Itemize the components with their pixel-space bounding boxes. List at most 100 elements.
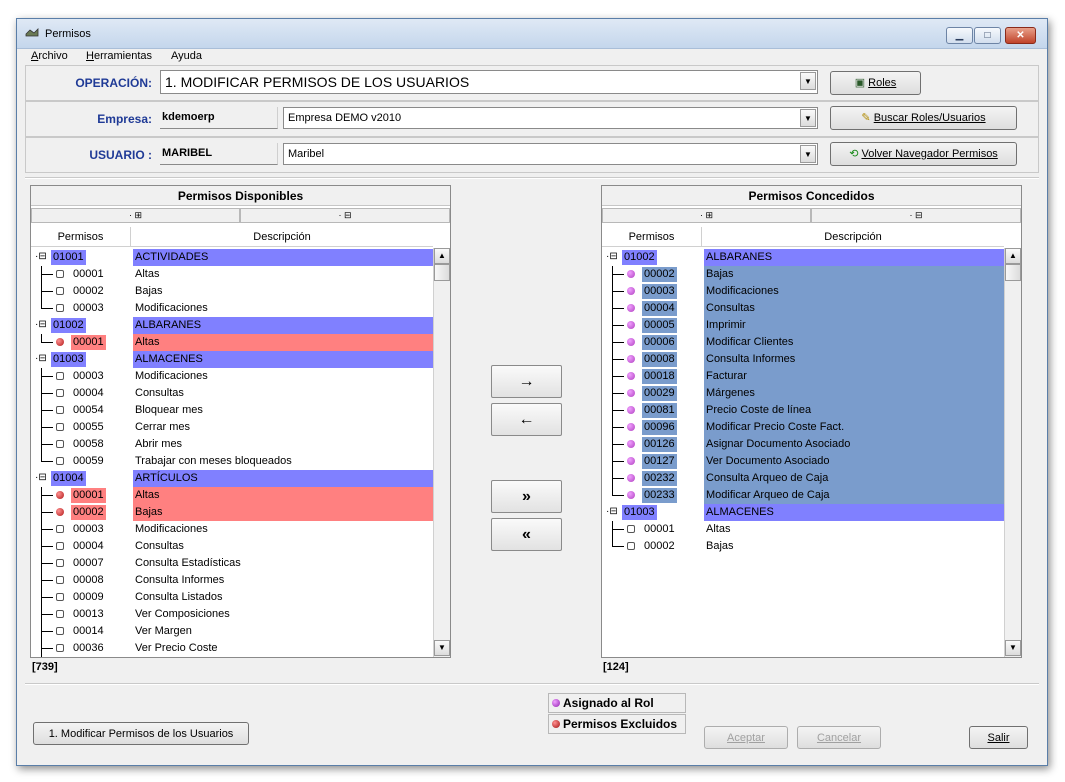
folder-icon[interactable]: ·⊟ bbox=[35, 472, 47, 483]
tree-item-row[interactable]: 00003 Modificaciones bbox=[602, 283, 1004, 300]
add-all-permissions-button[interactable]: » bbox=[491, 480, 562, 513]
scroll-thumb[interactable] bbox=[1005, 264, 1021, 281]
tree-item-row[interactable]: 00004 Consultas bbox=[31, 538, 433, 555]
expand-all-button[interactable]: · ⊞ bbox=[31, 208, 240, 223]
tree-item-row[interactable]: 00004 Consultas bbox=[602, 300, 1004, 317]
tree-item-row[interactable]: 00002 Bajas bbox=[602, 266, 1004, 283]
tree-item-row[interactable]: 00001 Altas bbox=[31, 266, 433, 283]
tree-item-row[interactable]: 00005 Imprimir bbox=[602, 317, 1004, 334]
column-header-descripcion[interactable]: Descripción bbox=[131, 227, 433, 247]
expand-all-button[interactable]: · ⊞ bbox=[602, 208, 811, 223]
add-permission-button[interactable]: → bbox=[491, 365, 562, 398]
menu-archivo[interactable]: Archivo bbox=[31, 50, 68, 62]
aceptar-button[interactable]: Aceptar bbox=[704, 726, 788, 749]
column-header-descripcion[interactable]: Descripción bbox=[702, 227, 1004, 247]
tree-group-row[interactable]: ·⊟ 01003 ALMACENES bbox=[31, 351, 433, 368]
tree-item-row[interactable]: 00058 Abrir mes bbox=[31, 436, 433, 453]
empresa-select[interactable]: Empresa DEMO v2010 ▼ bbox=[283, 107, 818, 129]
vertical-scrollbar[interactable]: ▲ ▼ bbox=[1004, 248, 1021, 657]
tree-item-row[interactable]: 00055 Cerrar mes bbox=[31, 419, 433, 436]
tree-item-row[interactable]: 00009 Consulta Listados bbox=[31, 589, 433, 606]
tree-group-row[interactable]: ·⊟ 01002 ALBARANES bbox=[31, 317, 433, 334]
tree-item-row[interactable]: 00008 Consulta Informes bbox=[602, 351, 1004, 368]
permission-code: 00001 bbox=[73, 268, 104, 280]
remove-all-permissions-button[interactable]: « bbox=[491, 518, 562, 551]
role-dot-icon bbox=[627, 423, 635, 431]
roles-icon: ▣ bbox=[854, 77, 866, 89]
volver-navegador-button[interactable]: ⟲ Volver Navegador Permisos bbox=[830, 142, 1017, 166]
tree-item-row[interactable]: 00029 Márgenes bbox=[602, 385, 1004, 402]
tree-item-row[interactable]: 00008 Consulta Informes bbox=[31, 572, 433, 589]
tree-item-row[interactable]: 00006 Modificar Clientes bbox=[602, 334, 1004, 351]
scroll-up-icon[interactable]: ▲ bbox=[1005, 248, 1021, 264]
chevron-down-icon[interactable]: ▼ bbox=[800, 145, 816, 163]
cancelar-button[interactable]: Cancelar bbox=[797, 726, 881, 749]
permission-icon bbox=[56, 423, 64, 431]
menu-ayuda[interactable]: Ayuda bbox=[171, 50, 202, 62]
remove-permission-button[interactable]: ← bbox=[491, 403, 562, 436]
folder-icon[interactable]: ·⊟ bbox=[35, 353, 47, 364]
tree-item-row[interactable]: 00003 Modificaciones bbox=[31, 521, 433, 538]
tree-item-row[interactable]: 00003 Modificaciones bbox=[31, 300, 433, 317]
tree-group-row[interactable]: ·⊟ 01003 ALMACENES bbox=[602, 504, 1004, 521]
chevron-down-icon[interactable]: ▼ bbox=[800, 72, 816, 90]
salir-label: Salir bbox=[987, 732, 1010, 744]
arrow-right-icon: → bbox=[518, 373, 535, 390]
folder-icon[interactable]: ·⊟ bbox=[606, 506, 618, 517]
tree-item-row[interactable]: 00002 Bajas bbox=[31, 283, 433, 300]
minimize-button[interactable]: ▁ bbox=[946, 27, 973, 44]
vertical-scrollbar[interactable]: ▲ ▼ bbox=[433, 248, 450, 657]
tree-item-row[interactable]: 00002 Bajas bbox=[602, 538, 1004, 555]
scroll-thumb[interactable] bbox=[434, 264, 450, 281]
volver-button-label: Volver Navegador Permisos bbox=[861, 148, 998, 160]
usuario-select[interactable]: Maribel ▼ bbox=[283, 143, 818, 165]
scroll-up-icon[interactable]: ▲ bbox=[434, 248, 450, 264]
buscar-roles-usuarios-button[interactable]: ✎ Buscar Roles/Usuarios bbox=[830, 106, 1017, 130]
column-header-permisos[interactable]: Permisos bbox=[602, 227, 702, 247]
tree-item-row[interactable]: 00059 Trabajar con meses bloqueados bbox=[31, 453, 433, 470]
close-button[interactable]: ✕ bbox=[1005, 27, 1036, 44]
tree-group-row[interactable]: ·⊟ 01001 ACTIVIDADES bbox=[31, 249, 433, 266]
tree-item-row[interactable]: 00081 Precio Coste de línea bbox=[602, 402, 1004, 419]
tree-item-row[interactable]: 00002 Bajas bbox=[31, 504, 433, 521]
scroll-down-icon[interactable]: ▼ bbox=[1005, 640, 1021, 656]
tree-item-row[interactable]: 00014 Ver Margen bbox=[31, 623, 433, 640]
scroll-down-icon[interactable]: ▼ bbox=[434, 640, 450, 656]
tree-item-row[interactable]: 00126 Asignar Documento Asociado bbox=[602, 436, 1004, 453]
maximize-button[interactable]: □ bbox=[974, 27, 1001, 44]
tree-item-row[interactable]: 00233 Modificar Arqueo de Caja bbox=[602, 487, 1004, 504]
tree-item-row[interactable]: 00232 Consulta Arqueo de Caja bbox=[602, 470, 1004, 487]
tree-item-row[interactable]: 00018 Facturar bbox=[602, 368, 1004, 385]
collapse-all-button[interactable]: · ⊟ bbox=[811, 208, 1021, 223]
folder-icon[interactable]: ·⊟ bbox=[35, 251, 47, 262]
tree-item-row[interactable]: 00001 Altas bbox=[31, 334, 433, 351]
tree-item-row[interactable]: 00003 Modificaciones bbox=[31, 368, 433, 385]
permission-description: Ver Composiciones bbox=[135, 608, 230, 620]
menu-herramientas[interactable]: Herramientas bbox=[86, 50, 152, 62]
salir-button[interactable]: Salir bbox=[969, 726, 1028, 749]
tree-item-row[interactable]: 00001 Altas bbox=[602, 521, 1004, 538]
permission-code: 00029 bbox=[642, 386, 677, 401]
tree-item-row[interactable]: 00127 Ver Documento Asociado bbox=[602, 453, 1004, 470]
collapse-all-button[interactable]: · ⊟ bbox=[240, 208, 450, 223]
folder-icon[interactable]: ·⊟ bbox=[35, 319, 47, 330]
folder-icon[interactable]: ·⊟ bbox=[606, 251, 618, 262]
tree-group-row[interactable]: ·⊟ 01004 ARTÍCULOS bbox=[31, 470, 433, 487]
permission-code: 00096 bbox=[642, 420, 677, 435]
tree-item-row[interactable]: 00096 Modificar Precio Coste Fact. bbox=[602, 419, 1004, 436]
tree-item-row[interactable]: 00007 Consulta Estadísticas bbox=[31, 555, 433, 572]
tree-item-row[interactable]: 00036 Ver Precio Coste bbox=[31, 640, 433, 657]
chevron-down-icon[interactable]: ▼ bbox=[800, 109, 816, 127]
operacion-select[interactable]: 1. MODIFICAR PERMISOS DE LOS USUARIOS ▼ bbox=[160, 70, 818, 94]
tree-item-row[interactable]: 00001 Altas bbox=[31, 487, 433, 504]
tree-item-row[interactable]: 00013 Ver Composiciones bbox=[31, 606, 433, 623]
tree-group-row[interactable]: ·⊟ 01002 ALBARANES bbox=[602, 249, 1004, 266]
permisos-disponibles-grid[interactable]: Permisos Disponibles · ⊞ · ⊟ Permisos De… bbox=[30, 185, 451, 658]
roles-button[interactable]: ▣ Roles bbox=[830, 71, 921, 95]
column-header-permisos[interactable]: Permisos bbox=[31, 227, 131, 247]
permission-description: Modificar Arqueo de Caja bbox=[704, 487, 1004, 504]
tree-item-row[interactable]: 00004 Consultas bbox=[31, 385, 433, 402]
tree-item-row[interactable]: 00054 Bloquear mes bbox=[31, 402, 433, 419]
operation-shortcut-button[interactable]: 1. Modificar Permisos de los Usuarios bbox=[33, 722, 249, 745]
permisos-concedidos-grid[interactable]: Permisos Concedidos · ⊞ · ⊟ Permisos Des… bbox=[601, 185, 1022, 658]
